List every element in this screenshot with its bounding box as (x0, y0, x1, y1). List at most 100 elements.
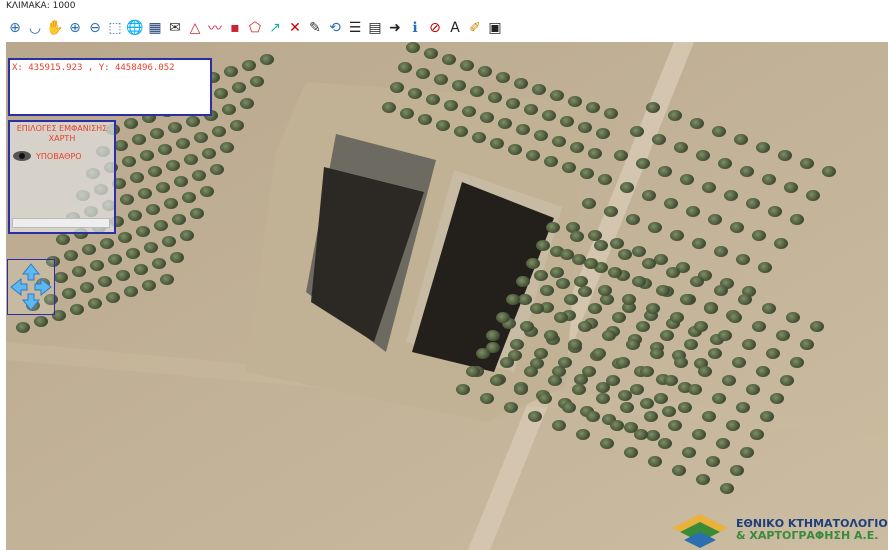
olive-tree (742, 339, 756, 350)
screenshot-icon[interactable]: ▣ (486, 18, 504, 38)
xy-table-icon[interactable]: ▤ (366, 18, 384, 38)
zoom-in-icon[interactable]: ⊕ (66, 18, 84, 38)
olive-tree (578, 286, 592, 297)
clear-icon[interactable]: ✕ (286, 18, 304, 38)
olive-tree (728, 312, 742, 323)
document-icon[interactable]: ☰ (346, 18, 364, 38)
hand-pan-icon[interactable]: ✋ (46, 18, 64, 38)
olive-tree (400, 108, 414, 119)
olive-tree (506, 98, 520, 109)
olive-tree (822, 166, 836, 177)
olive-tree (596, 128, 610, 139)
polygon-icon[interactable]: △ (186, 18, 204, 38)
olive-tree (506, 294, 520, 305)
olive-tree (800, 339, 814, 350)
measure-icon[interactable]: ↗ (266, 18, 284, 38)
olive-tree (136, 226, 150, 237)
olive-tree (570, 231, 584, 242)
eye-icon[interactable] (12, 150, 32, 162)
pan-select-icon[interactable]: ⊕ (6, 18, 24, 38)
horizontal-scrollbar[interactable] (12, 218, 110, 228)
olive-tree (224, 66, 238, 77)
olive-tree (632, 246, 646, 257)
pan-arrows-icon[interactable] (8, 260, 54, 314)
polyline-icon[interactable]: 〰 (206, 18, 224, 38)
olive-tree (762, 303, 776, 314)
olive-tree (550, 90, 564, 101)
envelope-icon[interactable]: ✉ (166, 18, 184, 38)
olive-tree (500, 357, 514, 368)
olive-tree (120, 194, 134, 205)
layer-item-basemap[interactable]: ΥΠΟΒΑΘΡΟ (10, 150, 114, 162)
ktimatologio-logo-icon (672, 514, 728, 548)
olive-tree (682, 447, 696, 458)
olive-tree (646, 303, 660, 314)
olive-tree (756, 142, 770, 153)
map-canvas[interactable] (6, 42, 888, 550)
olive-tree (692, 429, 706, 440)
olive-tree (600, 438, 614, 449)
olive-tree (604, 206, 618, 217)
olive-tree (406, 42, 420, 53)
olive-tree (140, 150, 154, 161)
olive-tree (570, 142, 584, 153)
refresh-icon[interactable]: ⟲ (326, 18, 344, 38)
olive-tree (514, 384, 528, 395)
olive-tree (516, 276, 530, 287)
xy-goto-icon[interactable]: ➜ (386, 18, 404, 38)
olive-tree (620, 402, 634, 413)
olive-tree (732, 357, 746, 368)
olive-tree (620, 182, 634, 193)
olive-tree (758, 262, 772, 273)
globe-icon[interactable]: 🌐 (126, 18, 144, 38)
olive-tree (688, 384, 702, 395)
highlighter-icon[interactable]: ✐ (466, 18, 484, 38)
olive-tree (718, 158, 732, 169)
olive-tree (704, 303, 718, 314)
olive-tree (740, 166, 754, 177)
olive-tree (696, 150, 710, 161)
olive-tree (612, 312, 626, 323)
olive-tree (186, 116, 200, 127)
olive-tree (144, 242, 158, 253)
polygon-xy-icon[interactable]: ⬠ (246, 18, 264, 38)
layers-grid-icon[interactable]: ▦ (146, 18, 164, 38)
olive-tree (554, 312, 568, 323)
olive-tree (740, 447, 754, 458)
olive-tree (654, 254, 668, 265)
arc-icon[interactable]: ◡ (26, 18, 44, 38)
no-layer-icon[interactable]: ⊘ (426, 18, 444, 38)
olive-tree (780, 375, 794, 386)
pan-control[interactable] (7, 259, 55, 315)
olive-tree (552, 420, 566, 431)
olive-tree (636, 321, 650, 332)
olive-tree (460, 60, 474, 71)
olive-tree (548, 375, 562, 386)
zoom-out-icon[interactable]: ⊖ (86, 18, 104, 38)
olive-tree (56, 234, 70, 245)
olive-tree (64, 250, 78, 261)
edit-pen-icon[interactable]: ✎ (306, 18, 324, 38)
olive-tree (678, 402, 692, 413)
olive-tree (538, 393, 552, 404)
olive-tree (730, 222, 744, 233)
olive-tree (528, 411, 542, 422)
layer-panel-title: ΕΠΙΛΟΓΕΣ ΕΜΦΑΝΙΣΗΣ ΧΑΡΤΗ (16, 124, 108, 143)
point-icon[interactable]: ▪ (226, 18, 244, 38)
text-label-icon[interactable]: A (446, 18, 464, 38)
olive-tree (564, 294, 578, 305)
olive-tree (148, 166, 162, 177)
olive-tree (416, 68, 430, 79)
info-icon[interactable]: ℹ (406, 18, 424, 38)
olive-tree (614, 150, 628, 161)
olive-tree (640, 366, 654, 377)
olive-tree (534, 270, 548, 281)
olive-tree (666, 267, 680, 278)
olive-tree (118, 232, 132, 243)
olive-tree (490, 138, 504, 149)
olive-tree (594, 240, 608, 251)
zoom-extent-icon[interactable]: ⬚ (106, 18, 124, 38)
olive-tree (760, 411, 774, 422)
olive-tree (624, 447, 638, 458)
olive-tree (790, 357, 804, 368)
